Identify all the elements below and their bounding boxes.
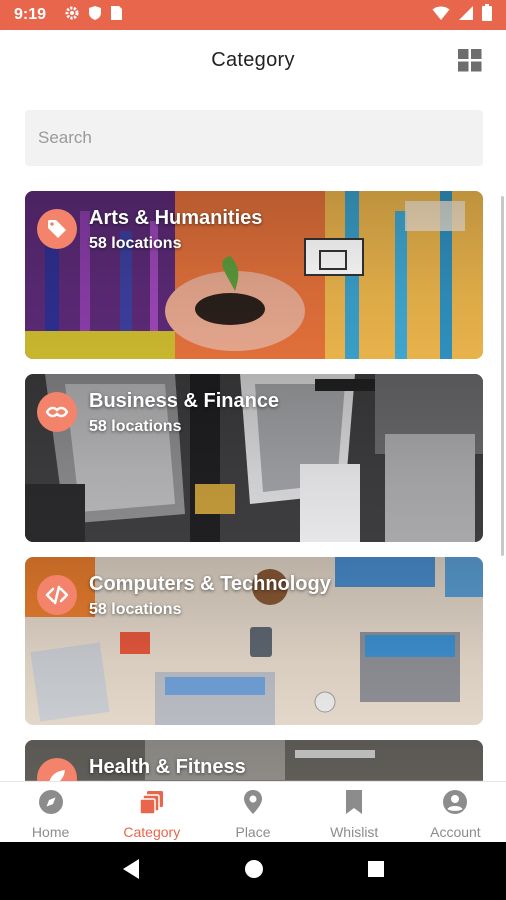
battery-icon xyxy=(482,4,492,26)
settings-icon xyxy=(64,5,80,26)
search-input[interactable] xyxy=(25,110,483,166)
wifi-icon xyxy=(432,5,450,26)
app-header: Category xyxy=(0,30,506,90)
tag-icon xyxy=(37,209,77,249)
page-title: Category xyxy=(211,48,295,71)
nav-label: Place xyxy=(235,823,271,840)
nav-account[interactable]: Account xyxy=(405,782,506,842)
category-title: Arts & Humanities xyxy=(89,207,263,229)
category-card-arts[interactable]: Arts & Humanities 58 locations xyxy=(25,191,483,359)
recents-icon[interactable] xyxy=(367,860,385,883)
account-icon xyxy=(442,789,468,820)
category-card-business[interactable]: Business & Finance 58 locations xyxy=(25,374,483,542)
code-icon xyxy=(37,575,77,615)
system-navigation-bar xyxy=(0,842,506,900)
category-count: 58 locations xyxy=(89,601,182,618)
nav-label: Category xyxy=(123,823,181,840)
home-icon[interactable] xyxy=(244,859,264,884)
status-bar: 9:19 xyxy=(0,0,506,30)
place-icon xyxy=(242,789,264,820)
bottom-navigation: Home Category Place Whislist Account xyxy=(0,781,506,842)
grid-view-icon[interactable] xyxy=(456,46,484,74)
nav-home[interactable]: Home xyxy=(0,782,101,842)
compass-icon xyxy=(38,789,64,820)
nav-category[interactable]: Category xyxy=(101,782,202,842)
nav-label: Home xyxy=(31,823,70,840)
nav-wishlist[interactable]: Whislist xyxy=(304,782,405,842)
nav-place[interactable]: Place xyxy=(202,782,303,842)
category-title: Health & Fitness xyxy=(89,756,246,778)
sim-card-icon xyxy=(110,5,123,26)
nav-label: Whislist xyxy=(330,823,379,840)
category-title: Business & Finance xyxy=(89,390,280,412)
category-count: 58 locations xyxy=(89,235,182,252)
category-card-health[interactable]: Health & Fitness xyxy=(25,740,483,781)
nav-label: Account xyxy=(430,823,481,840)
category-title: Computers & Technology xyxy=(89,573,331,595)
category-count: 58 locations xyxy=(89,418,182,435)
back-icon[interactable] xyxy=(121,858,141,885)
bookmark-icon xyxy=(344,789,364,820)
cell-signal-icon xyxy=(458,5,474,26)
category-icon xyxy=(139,789,165,820)
category-list[interactable]: Arts & Humanities 58 locations Business … xyxy=(25,191,483,781)
status-time: 9:19 xyxy=(14,6,47,23)
category-card-computers[interactable]: Computers & Technology 58 locations xyxy=(25,557,483,725)
shield-icon xyxy=(88,5,102,26)
scrollbar[interactable] xyxy=(501,196,504,556)
handshake-icon xyxy=(37,392,77,432)
